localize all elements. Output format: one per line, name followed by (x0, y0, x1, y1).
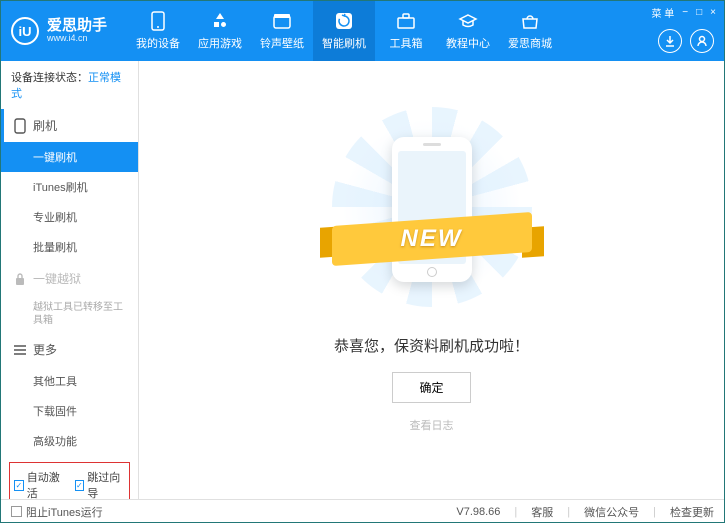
checkbox-block-itunes[interactable]: 阻止iTunes运行 (11, 504, 103, 520)
menu-other-tools[interactable]: 其他工具 (1, 366, 138, 396)
wallet-icon (272, 11, 292, 31)
phone-icon (148, 11, 168, 31)
tab-ringtones[interactable]: 铃声壁纸 (251, 1, 313, 61)
wechat-link[interactable]: 微信公众号 (584, 504, 639, 520)
logo-area: iU 爱思助手 www.i4.cn (11, 17, 107, 45)
tab-store[interactable]: 爱思商城 (499, 1, 561, 61)
tab-label: 爱思商城 (508, 35, 552, 51)
store-icon (520, 11, 540, 31)
logo-icon: iU (11, 17, 39, 45)
tab-label: 工具箱 (390, 35, 423, 51)
tab-label: 应用游戏 (198, 35, 242, 51)
minimize-icon[interactable]: − (682, 7, 688, 18)
list-icon (13, 343, 27, 357)
section-jailbreak[interactable]: 一键越狱 (1, 262, 138, 295)
app-header: iU 爱思助手 www.i4.cn 我的设备 应用游戏 铃声壁纸 智能刷机 工具… (1, 1, 724, 61)
jailbreak-note: 越狱工具已转移至工具箱 (1, 295, 138, 333)
nav-tabs: 我的设备 应用游戏 铃声壁纸 智能刷机 工具箱 教程中心 爱思商城 (127, 1, 561, 61)
user-button[interactable] (690, 29, 714, 53)
section-more[interactable]: 更多 (1, 333, 138, 366)
tab-tutorials[interactable]: 教程中心 (437, 1, 499, 61)
phone-icon (13, 119, 27, 133)
menu-label[interactable]: 菜 单 (651, 5, 674, 20)
main-content: NEW 恭喜您，保资料刷机成功啦！ 确定 查看日志 (139, 61, 724, 499)
close-icon[interactable]: × (710, 7, 716, 18)
checkbox-highlight-box: ✓自动激活 ✓跳过向导 (9, 462, 130, 499)
app-url: www.i4.cn (47, 34, 107, 44)
view-log-link[interactable]: 查看日志 (410, 417, 454, 433)
checkbox-skip-setup[interactable]: ✓跳过向导 (75, 469, 126, 499)
checkbox-icon (11, 506, 22, 517)
support-link[interactable]: 客服 (531, 504, 553, 520)
tab-label: 铃声壁纸 (260, 35, 304, 51)
sidebar: 设备连接状态：正常模式 刷机 一键刷机 iTunes刷机 专业刷机 批量刷机 一… (1, 61, 139, 499)
checkbox-auto-activate[interactable]: ✓自动激活 (14, 469, 65, 499)
app-title: 爱思助手 (47, 18, 107, 35)
maximize-icon[interactable]: □ (696, 7, 702, 18)
tab-label: 智能刷机 (322, 35, 366, 51)
apps-icon (210, 11, 230, 31)
new-ribbon: NEW (332, 219, 532, 259)
connection-status: 设备连接状态：正常模式 (1, 61, 138, 109)
tab-toolbox[interactable]: 工具箱 (375, 1, 437, 61)
tab-label: 教程中心 (446, 35, 490, 51)
tab-my-device[interactable]: 我的设备 (127, 1, 189, 61)
download-button[interactable] (658, 29, 682, 53)
menu-pro-flash[interactable]: 专业刷机 (1, 202, 138, 232)
tab-label: 我的设备 (136, 35, 180, 51)
confirm-button[interactable]: 确定 (392, 372, 470, 403)
version-label: V7.98.66 (456, 506, 500, 518)
window-controls: 菜 单 − □ × (651, 5, 716, 20)
success-message: 恭喜您，保资料刷机成功啦！ (334, 335, 529, 356)
check-icon: ✓ (75, 480, 85, 491)
check-update-link[interactable]: 检查更新 (670, 504, 714, 520)
check-icon: ✓ (14, 480, 24, 491)
footer: 阻止iTunes运行 V7.98.66 | 客服 | 微信公众号 | 检查更新 (1, 499, 724, 523)
menu-download-firmware[interactable]: 下载固件 (1, 396, 138, 426)
menu-advanced[interactable]: 高级功能 (1, 426, 138, 456)
tab-smart-flash[interactable]: 智能刷机 (313, 1, 375, 61)
lock-icon (13, 272, 27, 286)
menu-itunes-flash[interactable]: iTunes刷机 (1, 172, 138, 202)
menu-batch-flash[interactable]: 批量刷机 (1, 232, 138, 262)
tab-apps-games[interactable]: 应用游戏 (189, 1, 251, 61)
refresh-icon (334, 11, 354, 31)
toolbox-icon (396, 11, 416, 31)
menu-one-key-flash[interactable]: 一键刷机 (1, 142, 138, 172)
graduation-icon (458, 11, 478, 31)
success-illustration: NEW (352, 127, 512, 307)
section-flash[interactable]: 刷机 (1, 109, 138, 142)
